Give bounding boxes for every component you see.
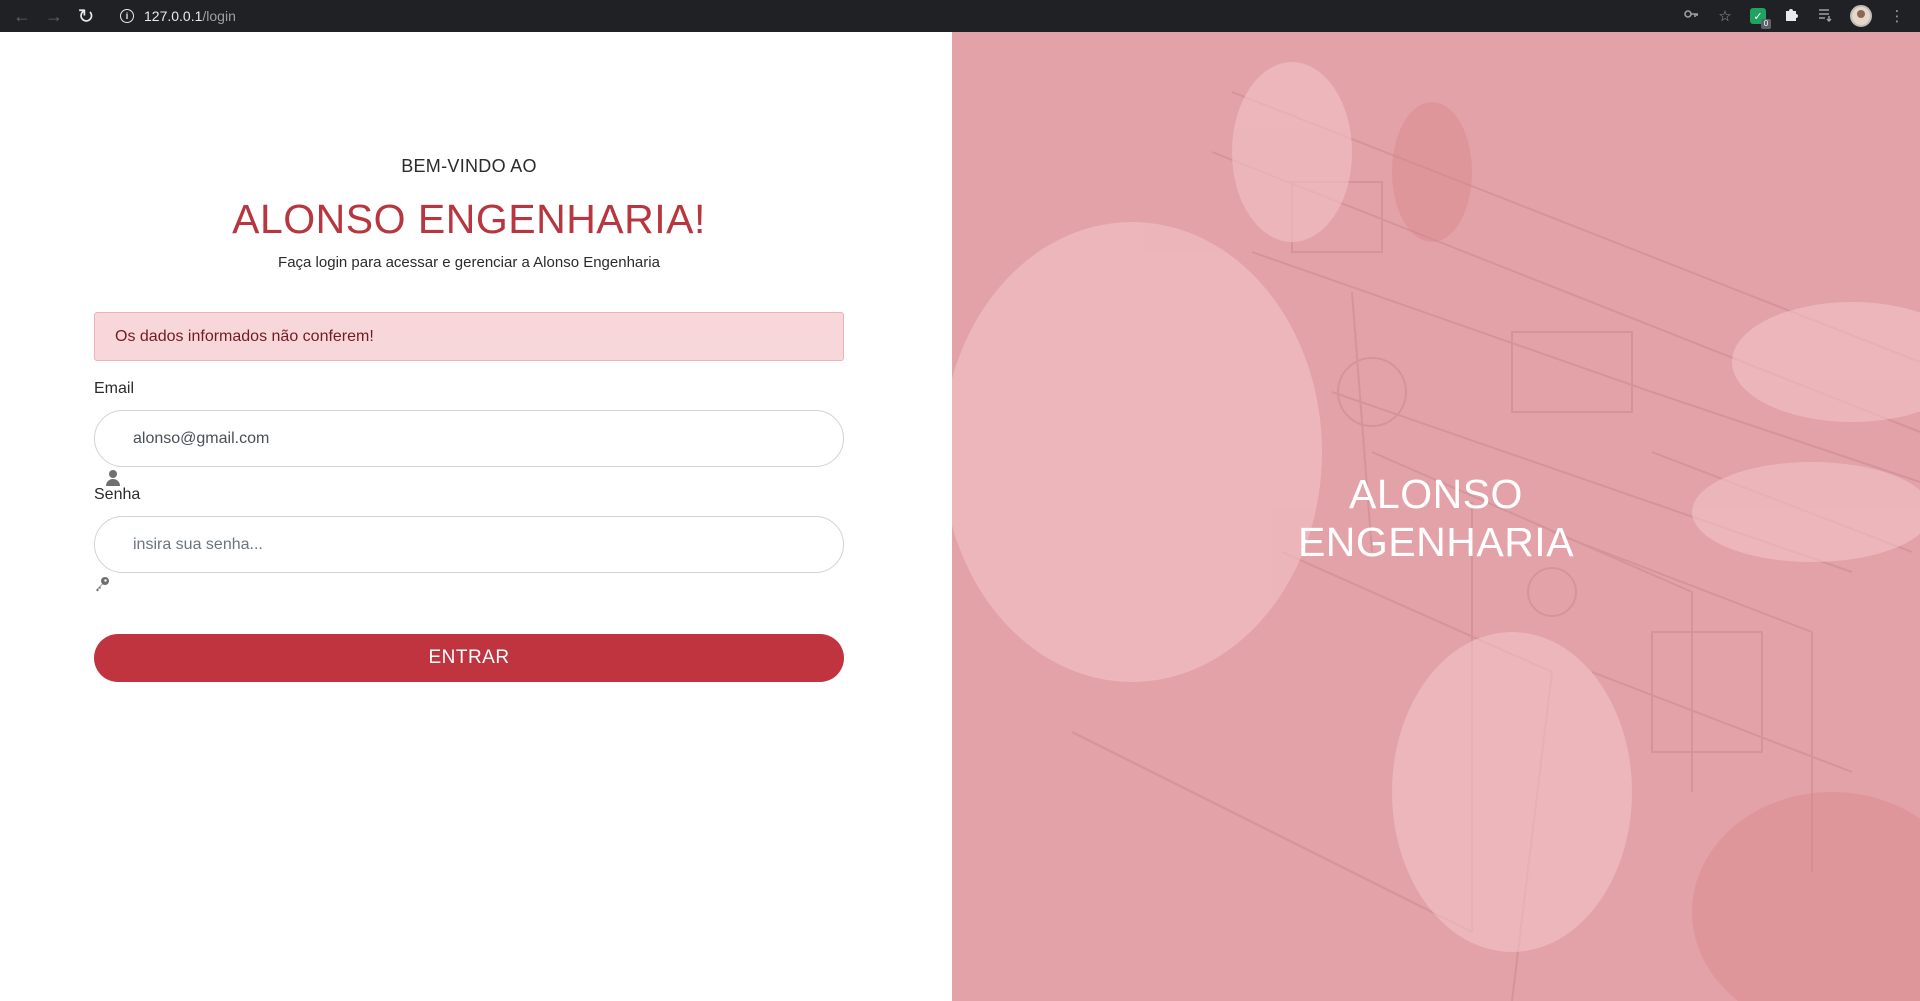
- reload-icon[interactable]: ↻: [70, 0, 102, 32]
- user-icon: [105, 469, 121, 487]
- password-label: Senha: [94, 486, 141, 503]
- info-icon[interactable]: i: [120, 9, 134, 23]
- email-label: Email: [94, 380, 135, 397]
- key-icon: [94, 576, 110, 592]
- back-arrow-icon[interactable]: ←: [6, 0, 38, 32]
- hero-panel: ALONSO ENGENHARIA: [952, 32, 1920, 1001]
- extension-badge: 0: [1761, 19, 1771, 29]
- shield-extension-icon[interactable]: ✓ 0: [1750, 8, 1771, 29]
- email-field[interactable]: [94, 410, 844, 467]
- puzzle-icon[interactable]: [1782, 6, 1800, 26]
- hero-line-2: ENGENHARIA: [1297, 519, 1575, 565]
- hero-line-1: ALONSO: [1349, 471, 1523, 517]
- address-bar[interactable]: i 127.0.0.1/login: [120, 0, 236, 32]
- profile-avatar[interactable]: [1850, 5, 1872, 27]
- browser-actions: ☆ ✓ 0 ⋮: [1682, 0, 1906, 32]
- key-icon[interactable]: [1682, 6, 1700, 26]
- hero-brand: ALONSO ENGENHARIA: [952, 470, 1920, 566]
- browser-toolbar: ← → ↻ i 127.0.0.1/login ☆ ✓ 0 ⋮: [0, 0, 1920, 32]
- error-alert-text: Os dados informados não conferem!: [115, 327, 374, 345]
- error-alert: Os dados informados não conferem!: [94, 312, 844, 361]
- password-field[interactable]: [94, 516, 844, 573]
- reading-list-icon[interactable]: [1816, 6, 1834, 26]
- forward-arrow-icon[interactable]: →: [38, 0, 70, 32]
- welcome-text: BEM-VINDO AO: [401, 156, 537, 176]
- login-panel: BEM-VINDO AO ALONSO ENGENHARIA! Faça log…: [0, 32, 952, 1001]
- page-title: ALONSO ENGENHARIA!: [232, 196, 706, 242]
- url-host: 127.0.0.1: [144, 8, 203, 24]
- url-path: /login: [202, 8, 236, 24]
- submit-button[interactable]: ENTRAR: [94, 634, 844, 682]
- menu-icon[interactable]: ⋮: [1888, 7, 1906, 25]
- star-icon[interactable]: ☆: [1716, 7, 1734, 25]
- page-subtitle: Faça login para acessar e gerenciar a Al…: [278, 254, 660, 271]
